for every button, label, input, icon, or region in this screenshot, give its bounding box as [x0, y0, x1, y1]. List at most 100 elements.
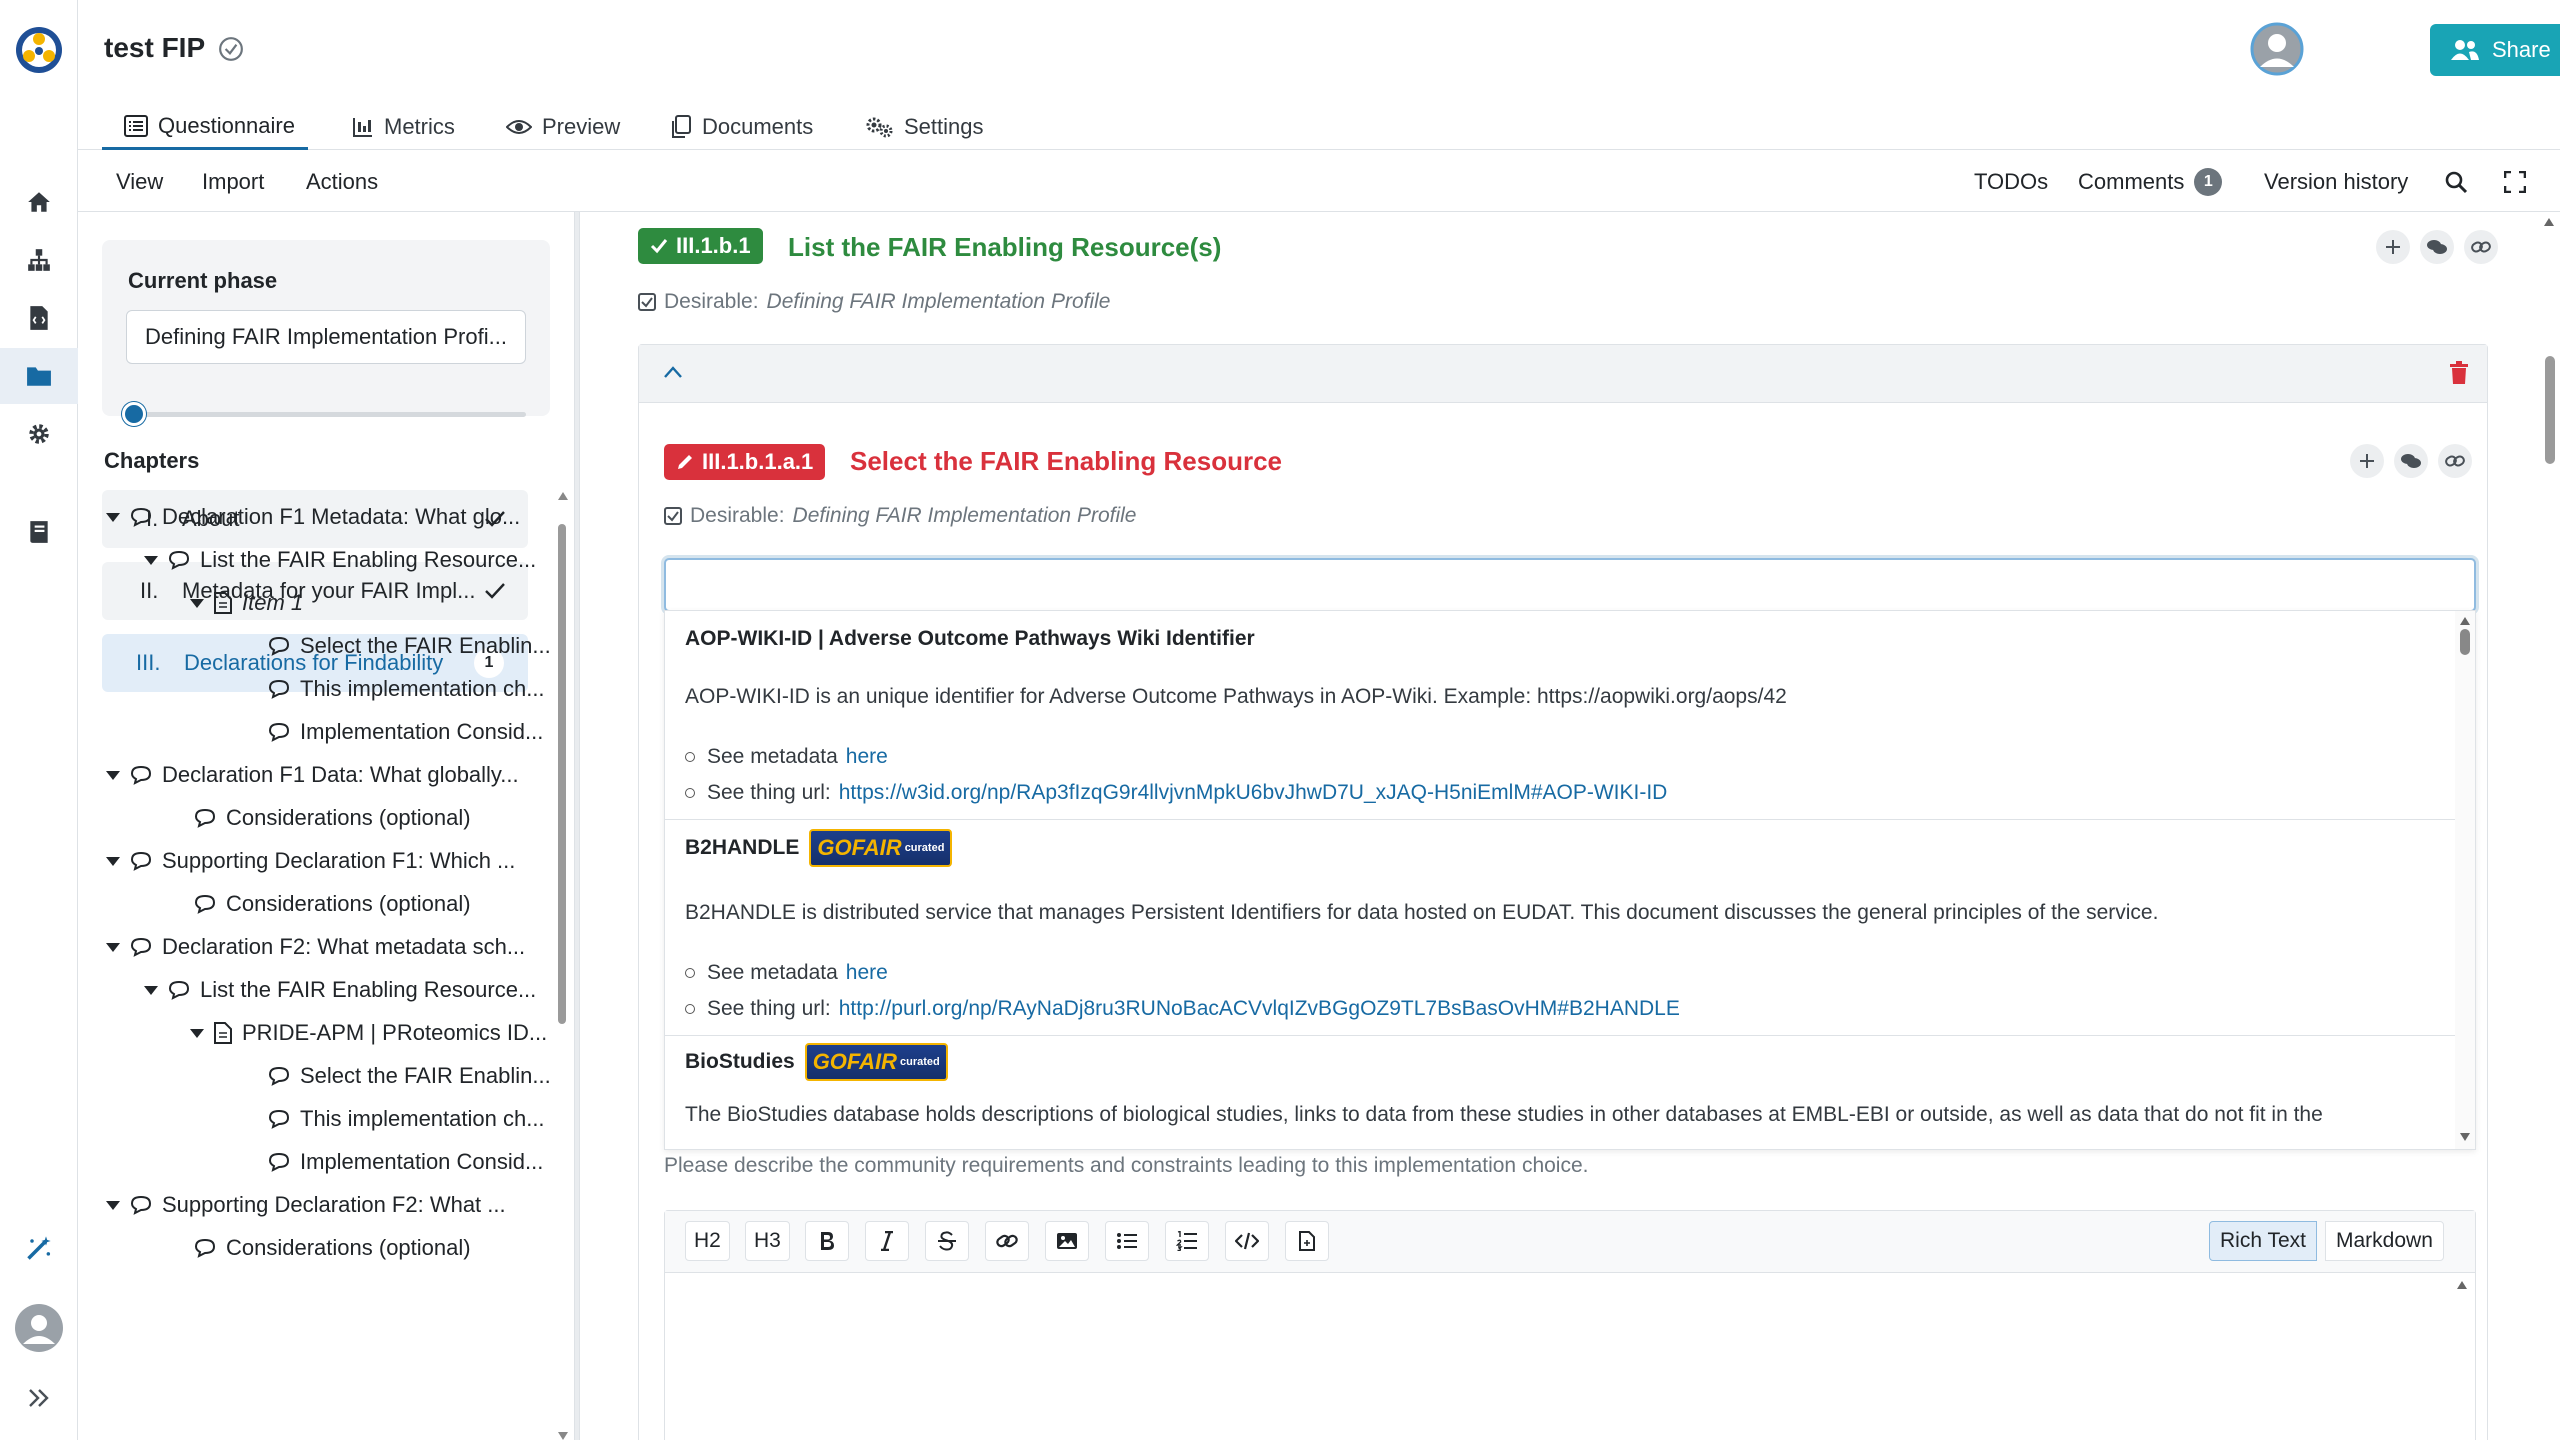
- comments-button[interactable]: Comments 1: [2078, 151, 2223, 212]
- share-button[interactable]: Share: [2430, 24, 2560, 76]
- settings-icon[interactable]: [0, 406, 78, 462]
- sitemap-icon[interactable]: [0, 232, 78, 288]
- folder-icon[interactable]: [0, 348, 78, 404]
- phase-slider-handle[interactable]: [122, 402, 146, 426]
- comments-icon[interactable]: [2420, 230, 2454, 264]
- view-menu[interactable]: View: [116, 151, 163, 212]
- comments-icon[interactable]: [2394, 444, 2428, 478]
- main-scrollbar[interactable]: [2540, 212, 2560, 1440]
- tree-item[interactable]: Item 1: [190, 586, 303, 620]
- todos-button[interactable]: TODOs: [1974, 151, 2048, 212]
- user-avatar[interactable]: [0, 1300, 78, 1356]
- trash-icon[interactable]: [2449, 361, 2469, 385]
- tree-item-label: Declaration F2: What metadata sch...: [162, 934, 526, 959]
- numbered-list-icon[interactable]: [1165, 1221, 1209, 1261]
- panel-resizer[interactable]: [574, 212, 580, 1440]
- editor-scroll-up[interactable]: [2457, 1281, 2467, 1289]
- comment-icon: [268, 1109, 290, 1129]
- tree-item[interactable]: Supporting Declaration F2: What ...: [106, 1188, 506, 1222]
- question-number-badge: III.1.b.1: [638, 228, 763, 264]
- home-icon[interactable]: [0, 174, 78, 230]
- app-logo[interactable]: [0, 20, 78, 80]
- caret-down-icon[interactable]: [144, 555, 158, 565]
- owner-avatar[interactable]: [2250, 22, 2304, 76]
- magic-wand-icon[interactable]: [0, 1220, 78, 1276]
- caret-down-icon[interactable]: [106, 770, 120, 780]
- editor-content-area[interactable]: [665, 1273, 2455, 1440]
- copy-icon: [670, 115, 692, 139]
- bold-icon[interactable]: [805, 1221, 849, 1261]
- tree-item[interactable]: Declaration F1 Data: What globally...: [106, 758, 519, 792]
- tree-item[interactable]: This implementation ch...: [254, 672, 545, 706]
- italic-icon[interactable]: [865, 1221, 909, 1261]
- search-icon[interactable]: [2444, 151, 2468, 212]
- rich-text-mode-button[interactable]: Rich Text: [2209, 1221, 2317, 1261]
- tree-item[interactable]: List the FAIR Enabling Resource...: [144, 973, 536, 1007]
- heading-3-button[interactable]: H3: [745, 1221, 790, 1261]
- check-circle-icon: [218, 36, 244, 62]
- caret-down-icon[interactable]: [106, 1200, 120, 1210]
- tree-item[interactable]: Considerations (optional): [180, 887, 471, 921]
- metadata-link[interactable]: here: [846, 961, 888, 985]
- version-history-button[interactable]: Version history: [2264, 151, 2408, 212]
- tree-item[interactable]: Declaration F1 Metadata: What glo...: [106, 500, 520, 534]
- comment-icon: [130, 507, 152, 527]
- tree-item-label: PRIDE-APM | PRoteomics ID...: [242, 1020, 548, 1045]
- dropdown-scrollbar[interactable]: [2455, 611, 2475, 1149]
- fullscreen-icon[interactable]: [2504, 151, 2526, 212]
- comment-icon: [130, 851, 152, 871]
- add-icon[interactable]: [2350, 444, 2384, 478]
- tab-metrics[interactable]: Metrics: [330, 104, 477, 150]
- expand-sidebar-icon[interactable]: [0, 1370, 78, 1426]
- tab-questionnaire[interactable]: Questionnaire: [102, 104, 308, 150]
- strikethrough-icon[interactable]: [925, 1221, 969, 1261]
- heading-2-button[interactable]: H2: [685, 1221, 730, 1261]
- tree-item[interactable]: This implementation ch...: [254, 1102, 545, 1136]
- file-code-icon[interactable]: [0, 290, 78, 346]
- link-icon[interactable]: [2464, 230, 2498, 264]
- caret-down-icon[interactable]: [106, 856, 120, 866]
- tree-item[interactable]: Considerations (optional): [180, 1231, 471, 1265]
- thing-url-link[interactable]: https://w3id.org/np/RAp3fIzqG9r4llvjvnMp…: [839, 781, 1668, 805]
- option-biostudies[interactable]: BioStudies GOFAIR curated The BioStudies …: [665, 1035, 2455, 1149]
- tab-preview[interactable]: Preview: [484, 104, 642, 150]
- tree-item[interactable]: Considerations (optional): [180, 801, 471, 835]
- tab-settings[interactable]: Settings: [842, 104, 1006, 150]
- phase-select[interactable]: Defining FAIR Implementation Profi...: [126, 310, 526, 364]
- import-menu[interactable]: Import: [202, 151, 264, 212]
- markdown-mode-button[interactable]: Markdown: [2325, 1221, 2444, 1261]
- caret-down-icon[interactable]: [144, 985, 158, 995]
- resource-search-input[interactable]: [664, 558, 2476, 612]
- tree-item[interactable]: PRIDE-APM | PRoteomics ID...: [190, 1016, 547, 1050]
- bullet-list-icon[interactable]: [1105, 1221, 1149, 1261]
- metadata-link[interactable]: here: [846, 745, 888, 769]
- link-icon[interactable]: [2438, 444, 2472, 478]
- caret-down-icon[interactable]: [190, 598, 204, 608]
- file-icon[interactable]: [1285, 1221, 1329, 1261]
- actions-menu[interactable]: Actions: [306, 151, 378, 212]
- tree-item[interactable]: Supporting Declaration F1: Which ...: [106, 844, 515, 878]
- image-icon[interactable]: [1045, 1221, 1089, 1261]
- chapters-scrollbar[interactable]: [556, 492, 568, 1440]
- code-icon[interactable]: [1225, 1221, 1269, 1261]
- add-icon[interactable]: [2376, 230, 2410, 264]
- subquestion-number-badge: III.1.b.1.a.1: [664, 444, 826, 480]
- option-aop-wiki-id[interactable]: AOP-WIKI-ID | Adverse Outcome Pathways W…: [665, 611, 2455, 819]
- caret-down-icon[interactable]: [106, 512, 120, 522]
- gofair-curated-badge: GOFAIR curated: [809, 829, 953, 867]
- tab-documents[interactable]: Documents: [648, 104, 835, 150]
- users-icon: [2450, 39, 2480, 61]
- chevron-up-icon[interactable]: [663, 365, 683, 379]
- tree-item[interactable]: Select the FAIR Enablin...: [254, 629, 551, 663]
- thing-url-link[interactable]: http://purl.org/np/RAyNaDj8ru3RUNoBacACV…: [839, 997, 1680, 1021]
- option-b2handle[interactable]: B2HANDLE GOFAIR curated B2HANDLE is distr…: [665, 819, 2455, 1035]
- tree-item[interactable]: List the FAIR Enabling Resource...: [144, 543, 536, 577]
- caret-down-icon[interactable]: [190, 1028, 204, 1038]
- tree-item[interactable]: Implementation Consid...: [254, 715, 543, 749]
- tree-item[interactable]: Select the FAIR Enablin...: [254, 1059, 551, 1093]
- tree-item[interactable]: Declaration F2: What metadata sch...: [106, 930, 525, 964]
- caret-down-icon[interactable]: [106, 942, 120, 952]
- tree-item[interactable]: Implementation Consid...: [254, 1145, 543, 1179]
- book-icon[interactable]: [0, 504, 78, 560]
- link-icon[interactable]: [985, 1221, 1029, 1261]
